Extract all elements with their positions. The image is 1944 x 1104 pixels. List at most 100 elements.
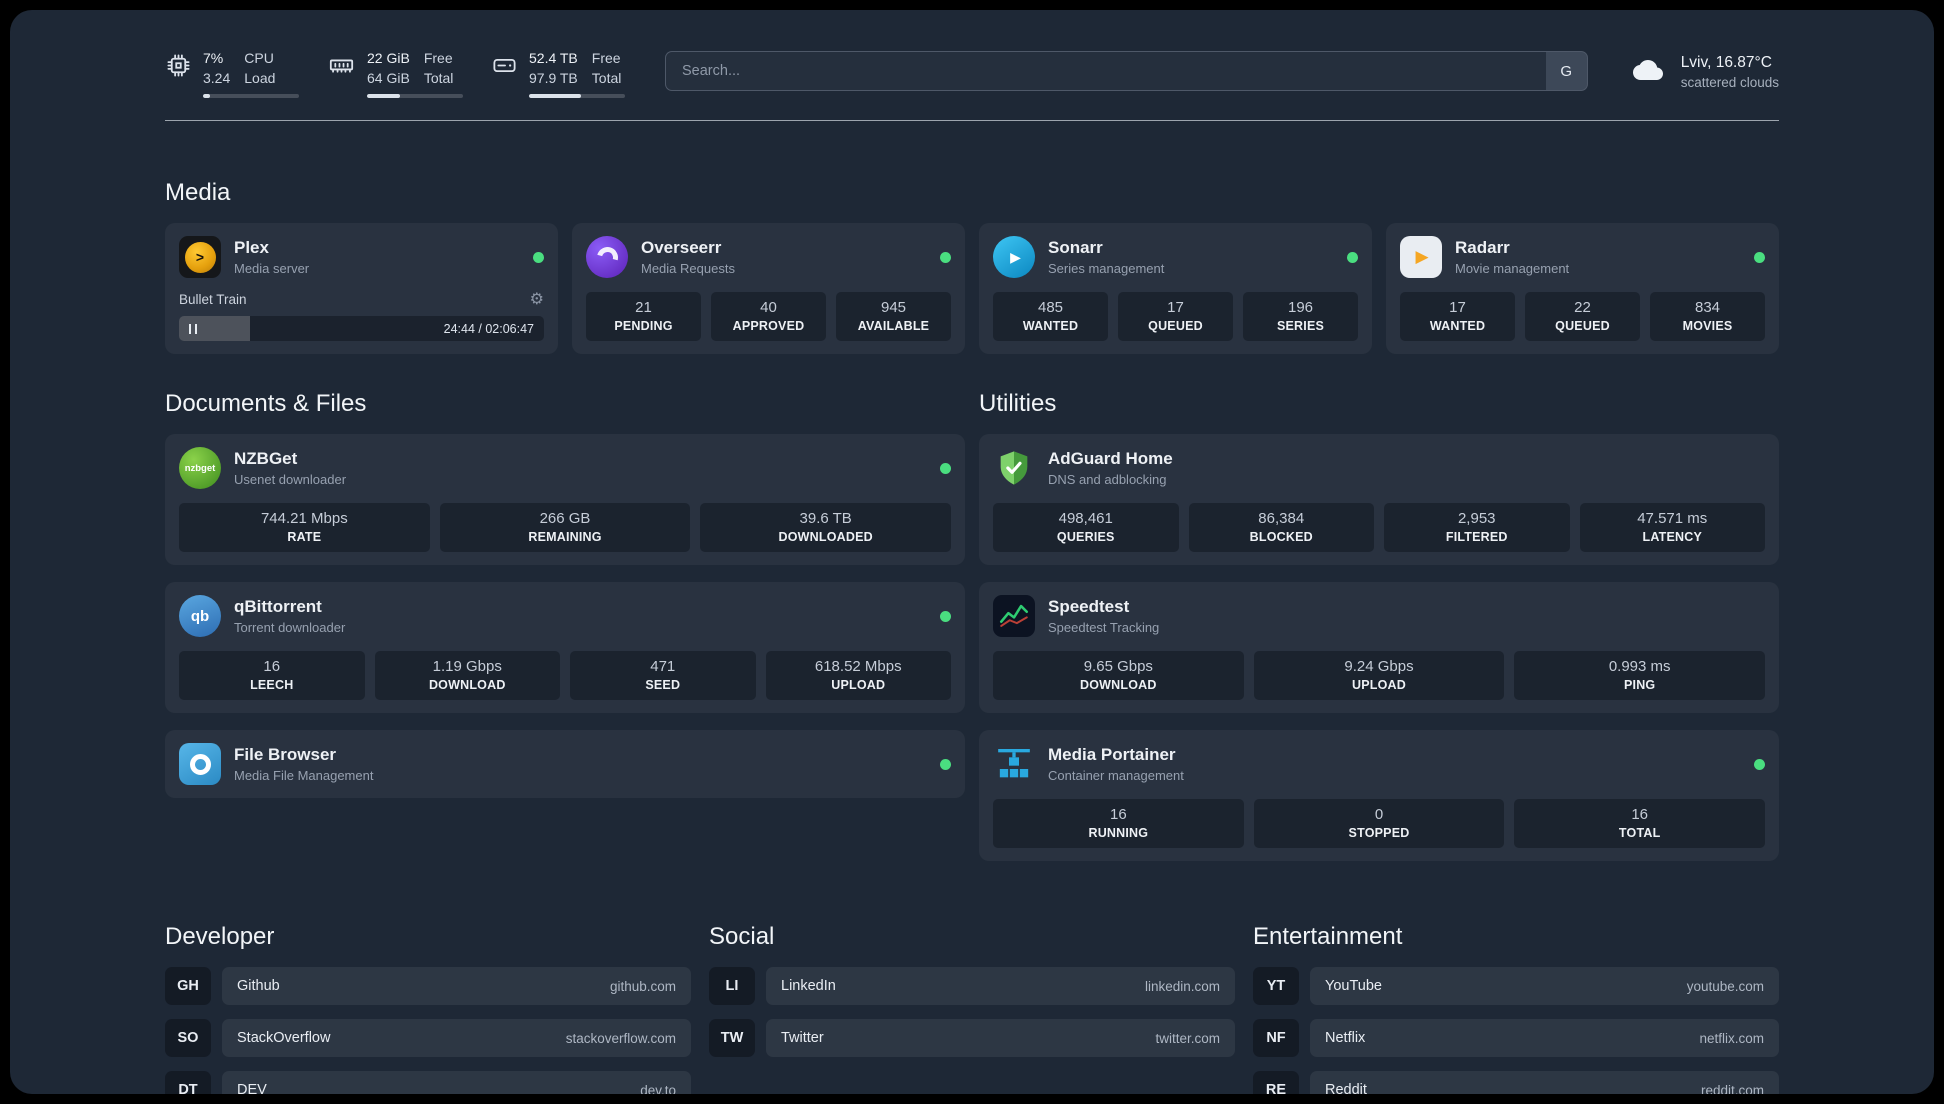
service-subtitle: Media Requests <box>641 261 735 276</box>
dashboard: 7% 3.24 CPU Load 22 GiB 64 GiB Free Tota… <box>10 10 1934 1094</box>
stat-tile: 9.65 Gbps DOWNLOAD <box>993 651 1244 700</box>
adguard-shield-icon <box>993 447 1035 489</box>
status-dot <box>940 462 951 474</box>
bookmark-netflix[interactable]: NF Netflix netflix.com <box>1253 1019 1779 1057</box>
search-engine-button[interactable]: G <box>1545 51 1588 91</box>
section-utilities: Utilities AdGuard Home DNS and adblockin… <box>979 390 1779 861</box>
speedtest-chart-icon <box>993 595 1035 637</box>
disk-total-value: 97.9 TB <box>529 69 578 86</box>
bookmark-url: netflix.com <box>1699 1030 1764 1046</box>
bookmark-dev[interactable]: DT DEV dev.to <box>165 1071 691 1094</box>
plex-icon: > <box>179 236 221 278</box>
service-card-nzbget[interactable]: nzbget NZBGet Usenet downloader 744.21 M… <box>165 434 965 565</box>
bookmark-name: Github <box>237 978 280 994</box>
bookmark-url: dev.to <box>640 1082 676 1095</box>
stat-tile: 22 QUEUED <box>1525 292 1640 341</box>
stat-tile: 196 SERIES <box>1243 292 1358 341</box>
service-name: Plex <box>234 238 269 257</box>
stat-tile: 47.571 ms LATENCY <box>1579 503 1765 552</box>
bookmark-group-developer: Developer GH Github github.com SO StackOv… <box>165 923 691 1094</box>
service-name: File Browser <box>234 745 337 764</box>
bookmark-name: YouTube <box>1325 978 1382 994</box>
cpu-icon <box>165 52 192 84</box>
stat-tile: 39.6 TB DOWNLOADED <box>700 503 952 552</box>
bookmark-url: youtube.com <box>1686 978 1764 994</box>
gear-icon[interactable]: ⚙ <box>530 289 544 309</box>
service-card-speedtest[interactable]: Speedtest Speedtest Tracking 9.65 Gbps DO… <box>979 582 1779 713</box>
stat-tile: 16 LEECH <box>179 651 365 700</box>
service-subtitle: Media server <box>234 261 310 276</box>
cpu-usage-value: 7% <box>203 50 224 66</box>
cpu-widget: 7% 3.24 CPU Load <box>165 50 299 98</box>
section-title-utilities: Utilities <box>979 390 1057 417</box>
bookmark-reddit[interactable]: RE Reddit reddit.com <box>1253 1071 1779 1094</box>
stat-tile: 40 APPROVED <box>711 292 826 341</box>
weather-widget[interactable]: Lviv, 16.87°C scattered clouds <box>1628 54 1779 90</box>
nzbget-icon: nzbget <box>179 447 221 489</box>
service-name: qBittorrent <box>234 597 322 616</box>
service-card-radarr[interactable]: ▶ Radarr Movie management 17 WANTED 22 QUE… <box>1386 223 1779 354</box>
sonarr-icon: ▶ <box>993 236 1035 278</box>
service-subtitle: DNS and adblocking <box>1048 472 1167 487</box>
status-dot <box>940 251 951 263</box>
memory-label-top: Free <box>423 50 453 66</box>
service-subtitle: Movie management <box>1455 261 1570 276</box>
stat-tile: 618.52 Mbps UPLOAD <box>765 651 951 700</box>
bookmark-linkedin[interactable]: LI LinkedIn linkedin.com <box>709 967 1235 1005</box>
service-card-overseerr[interactable]: Overseerr Media Requests 21 PENDING 40 APP… <box>572 223 965 354</box>
bookmark-url: github.com <box>609 978 676 994</box>
service-card-adguard[interactable]: AdGuard Home DNS and adblocking 498,461 Q… <box>979 434 1779 565</box>
service-subtitle: Series management <box>1048 261 1165 276</box>
stat-tile: 1.19 Gbps DOWNLOAD <box>374 651 560 700</box>
pause-icon[interactable] <box>189 323 197 334</box>
bookmark-url: twitter.com <box>1155 1030 1220 1046</box>
memory-free-value: 22 GiB <box>367 50 410 66</box>
stat-tile: 945 AVAILABLE <box>836 292 951 341</box>
bookmark-abbr: LI <box>709 967 755 1005</box>
cpu-label-bottom: Load <box>244 69 276 86</box>
disk-label-top: Free <box>591 50 621 66</box>
playback-bar[interactable]: 24:44 / 02:06:47 <box>179 316 544 341</box>
section-title-entertainment: Entertainment <box>1253 923 1403 950</box>
service-card-plex[interactable]: > Plex Media server Bullet Train ⚙ 24:44… <box>165 223 558 354</box>
portainer-crane-icon <box>993 743 1035 785</box>
stat-tile: 266 GB REMAINING <box>439 503 691 552</box>
cpu-label-top: CPU <box>244 50 274 66</box>
service-card-portainer[interactable]: Media Portainer Container management 16 R… <box>979 730 1779 861</box>
bookmark-github[interactable]: GH Github github.com <box>165 967 691 1005</box>
bookmark-group-entertainment: Entertainment YT YouTube youtube.com NF N… <box>1253 923 1779 1094</box>
topbar: 7% 3.24 CPU Load 22 GiB 64 GiB Free Tota… <box>165 50 1779 98</box>
bookmark-url: linkedin.com <box>1144 978 1220 994</box>
service-card-filebrowser[interactable]: File Browser Media File Management <box>165 730 965 798</box>
service-card-qbittorrent[interactable]: qb qBittorrent Torrent downloader 16 LEEC… <box>165 582 965 713</box>
bookmark-stackoverflow[interactable]: SO StackOverflow stackoverflow.com <box>165 1019 691 1057</box>
bookmark-abbr: RE <box>1253 1071 1299 1094</box>
service-name: Overseerr <box>641 238 722 257</box>
radarr-icon: ▶ <box>1400 236 1442 278</box>
bookmark-abbr: NF <box>1253 1019 1299 1057</box>
service-subtitle: Container management <box>1048 768 1184 783</box>
bookmark-twitter[interactable]: TW Twitter twitter.com <box>709 1019 1235 1057</box>
search-bar: G <box>665 51 1588 91</box>
status-dot <box>940 758 951 770</box>
stat-tile: 16 TOTAL <box>1514 799 1766 848</box>
status-dot <box>1754 758 1765 770</box>
section-documents: Documents & Files nzbget NZBGet Usenet d… <box>165 390 965 798</box>
memory-icon <box>327 52 356 84</box>
memory-progress-bar <box>367 94 463 98</box>
status-dot <box>940 610 951 622</box>
stat-tile: 17 QUEUED <box>1118 292 1233 341</box>
disk-free-value: 52.4 TB <box>529 50 578 66</box>
bookmark-abbr: GH <box>165 967 211 1005</box>
service-subtitle: Media File Management <box>234 768 374 783</box>
service-card-sonarr[interactable]: ▶ Sonarr Series management 485 WANTED 17 Q… <box>979 223 1372 354</box>
bookmark-name: StackOverflow <box>237 1030 331 1046</box>
bookmark-url: reddit.com <box>1700 1082 1764 1095</box>
service-name: Speedtest <box>1048 597 1130 616</box>
stat-tile: 0 STOPPED <box>1253 799 1505 848</box>
search-input[interactable] <box>665 51 1546 91</box>
bookmark-youtube[interactable]: YT YouTube youtube.com <box>1253 967 1779 1005</box>
service-subtitle: Speedtest Tracking <box>1048 620 1160 635</box>
stat-tile: 17 WANTED <box>1400 292 1515 341</box>
cpu-progress-bar <box>203 94 299 98</box>
